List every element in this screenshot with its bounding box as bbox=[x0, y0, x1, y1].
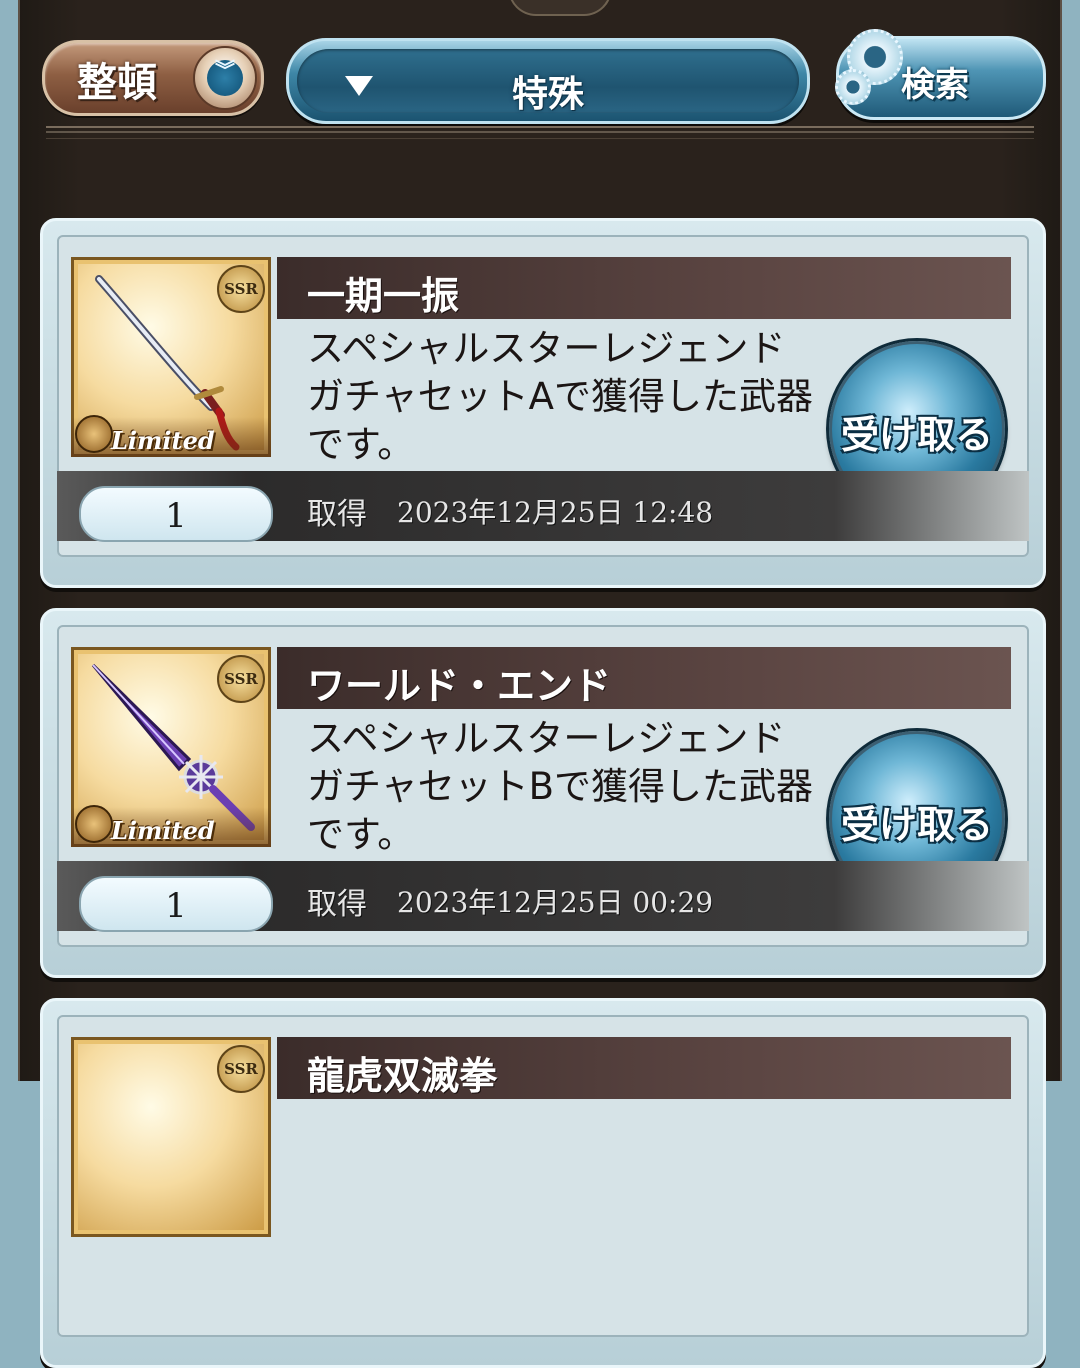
item-name-bar: 一期一振 bbox=[277, 257, 1011, 319]
quantity-pill: 1 bbox=[79, 486, 273, 542]
item-card: SSR Limited 一期一振 スペシャルスターレジェンドガチャセットAで獲得… bbox=[40, 218, 1046, 588]
top-ornament bbox=[508, 0, 612, 16]
item-footer: 1 取得 2023年12月25日 00:29 bbox=[57, 861, 1029, 932]
search-label: 検索 bbox=[901, 65, 969, 105]
limited-tag: Limited bbox=[111, 816, 215, 845]
item-name: 一期一振 bbox=[307, 274, 460, 318]
filter-dropdown[interactable]: 特殊 bbox=[286, 38, 810, 124]
limited-strip: Limited bbox=[71, 805, 271, 847]
item-name-bar: ワールド・エンド bbox=[277, 647, 1011, 709]
rarity-badge: SSR bbox=[217, 265, 265, 313]
receive-button-label: 受け取る bbox=[840, 413, 993, 457]
receive-button-label: 受け取る bbox=[840, 803, 993, 847]
quantity-pill: 1 bbox=[79, 876, 273, 932]
acquired-date: 2023年12月25日 12:48 bbox=[397, 496, 714, 529]
limited-tag: Limited bbox=[111, 426, 215, 455]
filter-dropdown-inner: 特殊 bbox=[297, 49, 799, 115]
item-name-bar: 龍虎双滅拳 bbox=[277, 1037, 1011, 1099]
element-icon bbox=[75, 805, 113, 843]
quantity-value: 1 bbox=[165, 496, 187, 536]
item-card-inner: SSR 龍虎双滅拳 bbox=[57, 1015, 1029, 1337]
acquired-label: 取得 bbox=[307, 887, 367, 922]
item-footer: 1 取得 2023年12月25日 12:48 bbox=[57, 471, 1029, 542]
quantity-value: 1 bbox=[165, 886, 187, 926]
item-name: 龍虎双滅拳 bbox=[307, 1054, 498, 1098]
sort-label: 整頓 bbox=[77, 60, 157, 106]
limited-strip: Limited bbox=[71, 415, 271, 457]
sort-button[interactable]: 整頓 ︾ bbox=[42, 40, 264, 116]
acquired-date: 2023年12月25日 00:29 bbox=[397, 886, 714, 919]
item-card-inner: SSR Limited 一期一振 スペシャルスターレジェンドガチャセットAで獲得… bbox=[57, 235, 1029, 557]
weapon-thumbnail[interactable]: SSR bbox=[71, 1037, 271, 1237]
item-card: SSR Limited ワールド・エンド スペシャルスターレジェンドガチャセット… bbox=[40, 608, 1046, 978]
item-name: ワールド・エンド bbox=[307, 664, 612, 708]
small-gear-icon bbox=[835, 69, 871, 105]
item-card-inner: SSR Limited ワールド・エンド スペシャルスターレジェンドガチャセット… bbox=[57, 625, 1029, 947]
rarity-badge: SSR bbox=[217, 655, 265, 703]
item-description: スペシャルスターレジェンドガチャセットBで獲得した武器です。 bbox=[307, 717, 814, 856]
sort-chevrons-icon: ︾ bbox=[193, 46, 257, 110]
acquired-label: 取得 bbox=[307, 497, 367, 532]
toolbar-divider bbox=[46, 126, 1034, 139]
item-card: SSR 龍虎双滅拳 bbox=[40, 998, 1046, 1368]
search-button[interactable]: 検索 bbox=[835, 29, 1046, 120]
weapon-thumbnail[interactable]: SSR Limited bbox=[71, 257, 271, 457]
weapon-thumbnail[interactable]: SSR Limited bbox=[71, 647, 271, 847]
element-icon bbox=[75, 415, 113, 453]
item-description: スペシャルスターレジェンドガチャセットAで獲得した武器です。 bbox=[307, 327, 813, 466]
filter-selected-value: 特殊 bbox=[511, 74, 584, 115]
rarity-badge: SSR bbox=[217, 1045, 265, 1093]
